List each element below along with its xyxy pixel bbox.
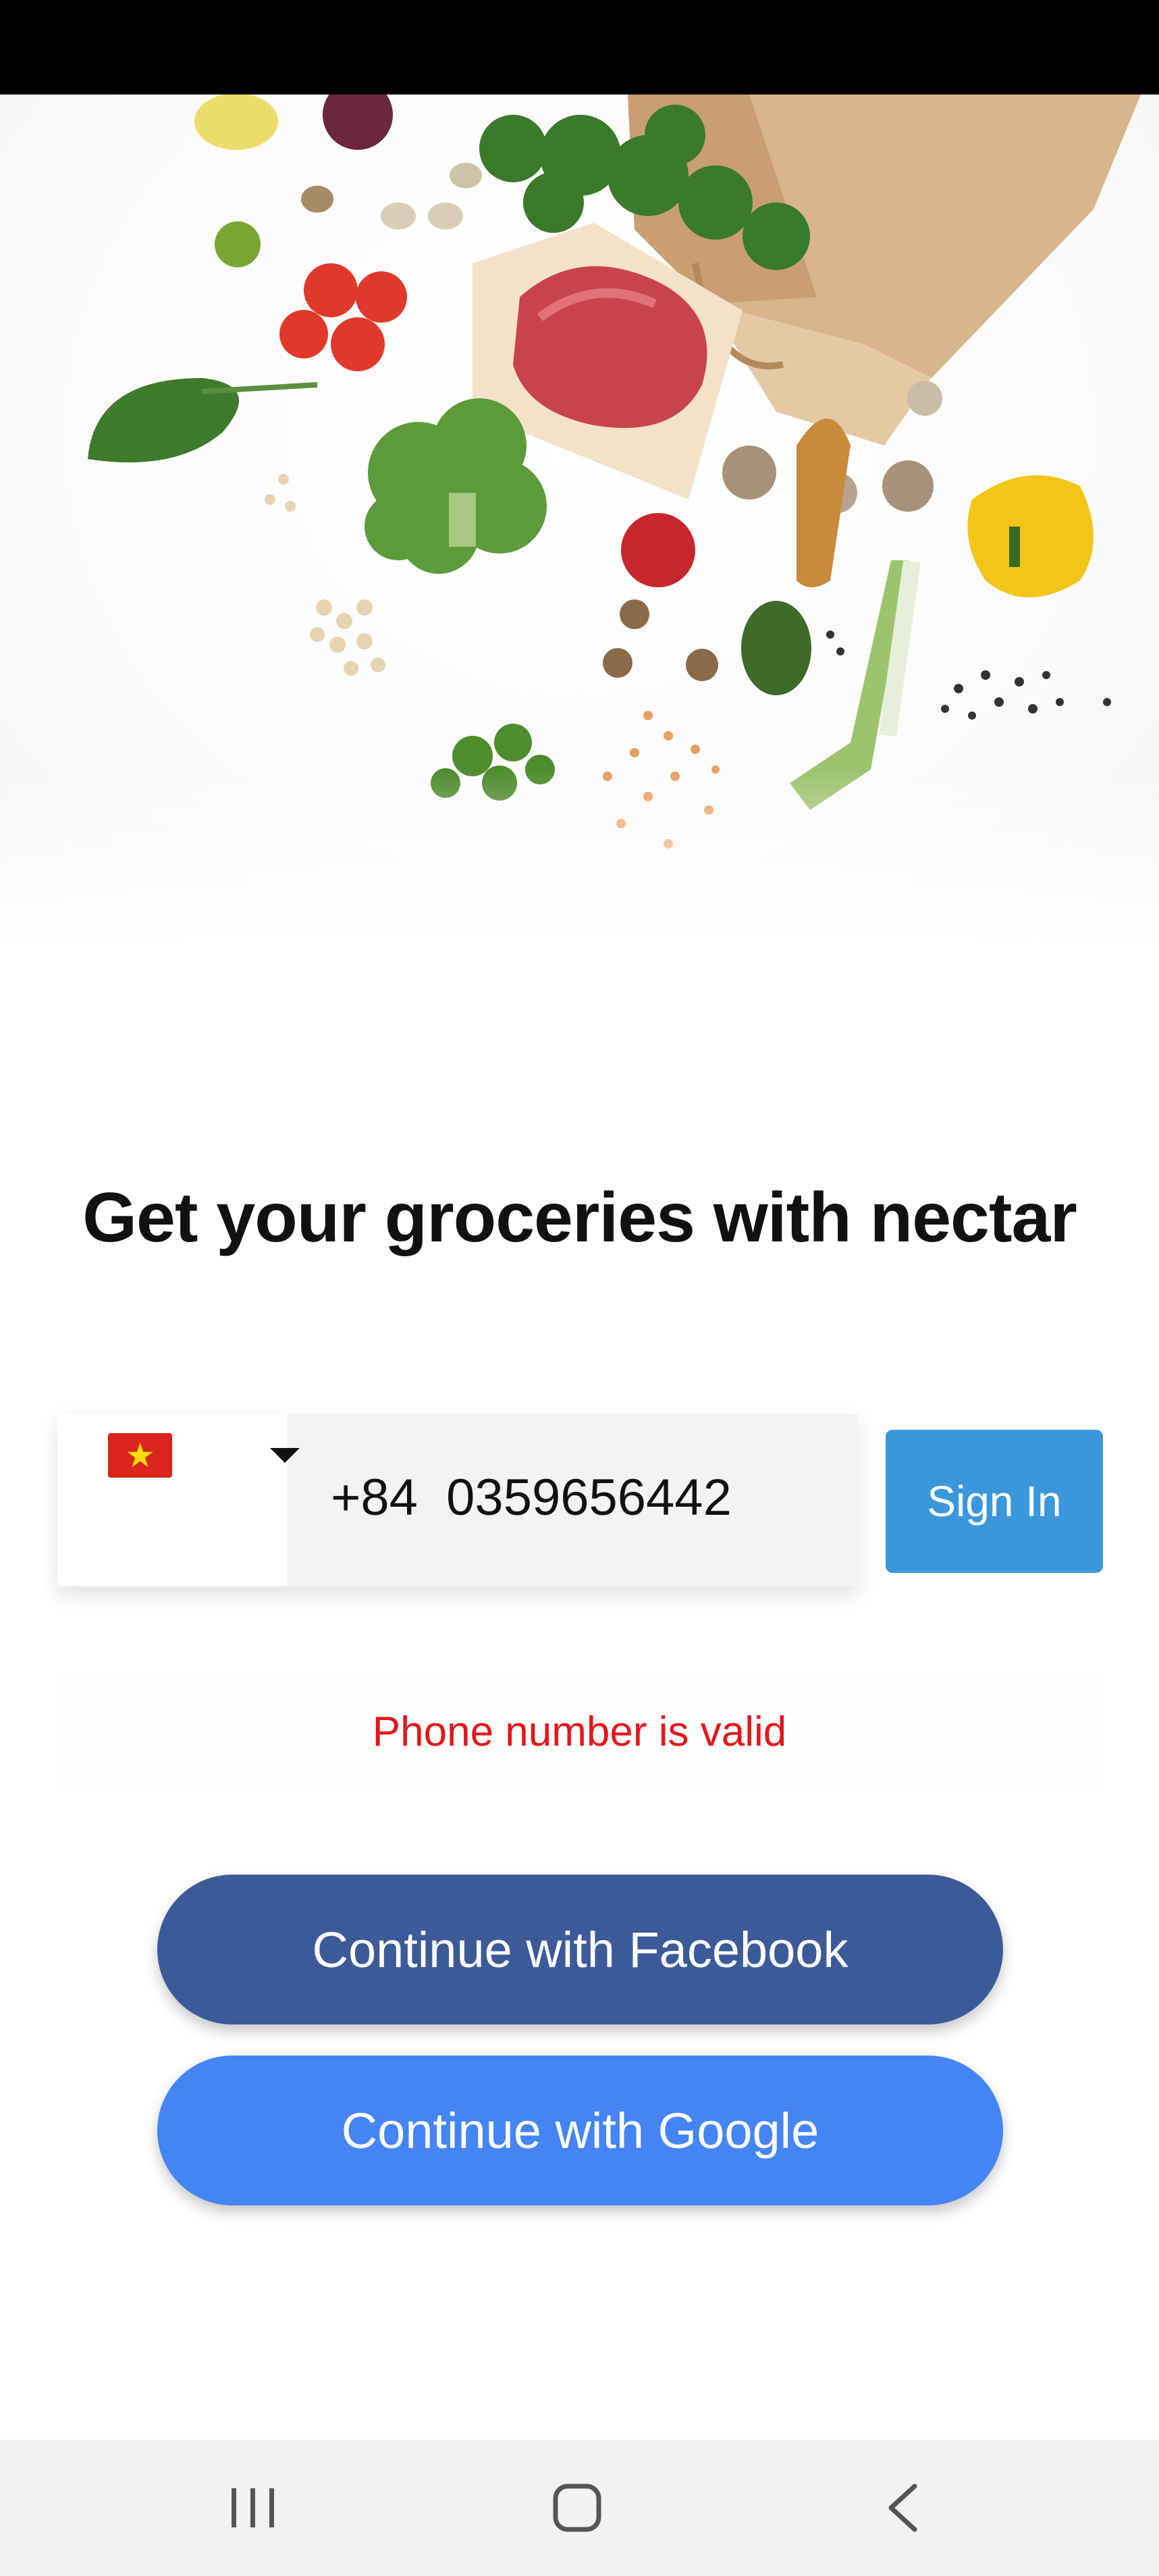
sign-in-button[interactable]: Sign In: [886, 1430, 1103, 1573]
country-selector[interactable]: ★: [57, 1414, 300, 1586]
cherry-tomatoes: [279, 263, 407, 371]
continue-with-facebook-button[interactable]: Continue with Facebook: [157, 1875, 1003, 2024]
broccoli: [365, 398, 547, 574]
system-nav-bar: [0, 2440, 1159, 2576]
phone-number-field[interactable]: +84 0359656442: [331, 1468, 732, 1527]
red-onion: [323, 95, 393, 150]
page-title: Get your groceries with nectar: [82, 1179, 1077, 1257]
back-icon: [888, 2484, 917, 2532]
lemon: [194, 95, 278, 150]
country-code: +84: [331, 1469, 418, 1526]
recent-apps-button[interactable]: [165, 2440, 341, 2576]
home-button[interactable]: [489, 2440, 665, 2576]
status-bar: [0, 0, 1159, 95]
apple: [621, 513, 695, 587]
dropdown-caret-icon: [270, 1448, 300, 1463]
avocado: [741, 601, 811, 695]
lime: [215, 221, 261, 267]
hero-image: [0, 95, 1159, 945]
back-button[interactable]: [817, 2440, 992, 2576]
phone-number-value: 0359656442: [446, 1469, 732, 1526]
validation-message: Phone number is valid: [57, 1678, 1102, 1786]
vietnam-flag-icon: ★: [108, 1433, 172, 1478]
recent-apps-icon: [232, 2488, 274, 2527]
home-icon: [553, 2484, 601, 2532]
continue-with-google-button[interactable]: Continue with Google: [157, 2056, 1003, 2205]
yellow-pepper: [967, 475, 1094, 597]
